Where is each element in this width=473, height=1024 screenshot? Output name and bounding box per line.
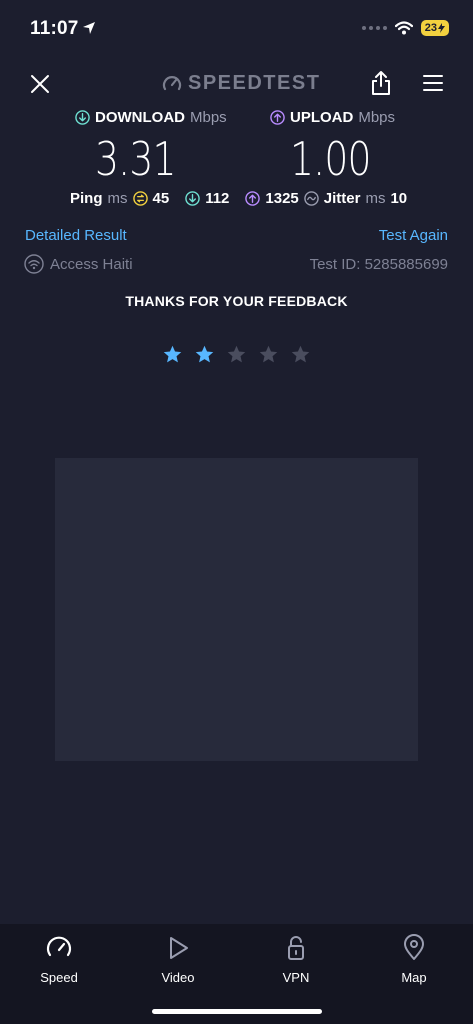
gauge-icon xyxy=(162,75,182,90)
provider-name: Access Haiti xyxy=(50,255,133,273)
star-icon-2[interactable] xyxy=(194,344,215,365)
close-icon[interactable] xyxy=(28,72,52,96)
download-label-text: DOWNLOAD xyxy=(95,109,185,126)
download-ping-icon xyxy=(185,191,200,206)
jitter-label: Jitter xyxy=(323,190,361,207)
idle-ping-icon xyxy=(132,191,148,206)
ad-placeholder xyxy=(55,458,418,761)
ping-idle-value: 45 xyxy=(152,190,170,207)
status-time: 11:07 xyxy=(30,18,79,39)
logo-text: SPEEDTEST xyxy=(188,72,321,94)
tab-map[interactable]: Map xyxy=(369,934,459,985)
ping-label: Ping xyxy=(70,190,103,207)
download-value: 3.31 xyxy=(95,132,177,186)
upload-label-text: UPLOAD xyxy=(290,109,354,126)
provider-info: Access Haiti xyxy=(24,254,133,274)
ping-upload-value: 1325 xyxy=(265,190,299,207)
speedometer-icon xyxy=(46,936,72,957)
ping-download-value: 112 xyxy=(205,190,230,207)
map-pin-icon xyxy=(404,934,424,960)
upload-unit: Mbps xyxy=(358,109,396,126)
tab-speed[interactable]: Speed xyxy=(14,934,104,985)
jitter-icon xyxy=(304,191,319,206)
status-icons: 23 xyxy=(361,20,449,36)
upload-ping-icon xyxy=(245,191,261,206)
wifi-icon xyxy=(394,21,413,35)
tab-vpn-label: VPN xyxy=(282,970,310,985)
wifi-provider-icon xyxy=(24,254,44,274)
ping-unit: ms xyxy=(107,190,128,207)
location-arrow-icon xyxy=(83,22,95,34)
battery-indicator: 23 xyxy=(420,20,449,36)
download-arrow-icon xyxy=(75,110,90,125)
detailed-result-link[interactable]: Detailed Result xyxy=(25,227,127,244)
tab-speed-label: Speed xyxy=(40,970,78,985)
jitter-unit: ms xyxy=(365,190,386,207)
test-again-link[interactable]: Test Again xyxy=(379,227,448,244)
cellular-signal-icon xyxy=(361,26,387,30)
upload-value: 1.00 xyxy=(290,132,372,186)
upload-label: UPLOAD Mbps xyxy=(270,109,395,126)
test-id: Test ID: 5285885699 xyxy=(309,256,448,273)
download-label: DOWNLOAD Mbps xyxy=(75,109,227,126)
play-icon xyxy=(170,937,188,959)
upload-arrow-icon xyxy=(270,110,285,125)
home-indicator xyxy=(152,1009,322,1014)
tab-vpn[interactable]: VPN xyxy=(251,934,341,985)
star-icon-1[interactable] xyxy=(162,344,183,365)
speedtest-logo: SPEEDTEST xyxy=(162,72,320,95)
charging-bolt-icon xyxy=(438,23,445,33)
star-icon-4[interactable] xyxy=(258,344,279,365)
hamburger-menu-icon[interactable] xyxy=(422,73,444,93)
tab-video[interactable]: Video xyxy=(133,934,223,985)
lock-icon xyxy=(288,936,304,960)
star-icon-3[interactable] xyxy=(226,344,247,365)
download-unit: Mbps xyxy=(190,109,227,126)
share-icon[interactable] xyxy=(370,70,392,96)
tab-video-label: Video xyxy=(161,970,195,985)
ping-jitter-row: Ping ms 45 112 1325 Jitter ms 10 xyxy=(70,190,407,207)
star-icon-5[interactable] xyxy=(290,344,311,365)
jitter-value: 10 xyxy=(390,190,408,207)
feedback-title: THANKS FOR YOUR FEEDBACK xyxy=(125,293,348,309)
star-rating xyxy=(162,344,311,365)
battery-level: 23 xyxy=(424,22,437,34)
tab-map-label: Map xyxy=(401,970,427,985)
